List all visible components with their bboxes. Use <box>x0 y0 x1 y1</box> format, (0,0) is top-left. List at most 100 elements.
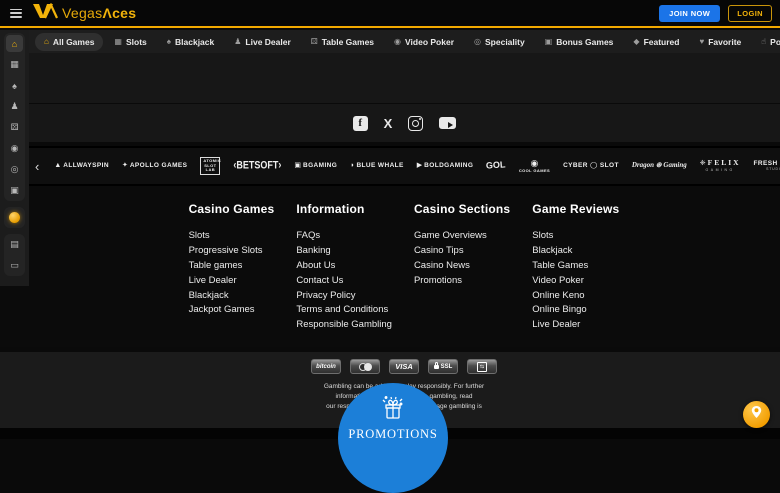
provider-logo-dragon-gaming: Dragon ⊛ Gaming <box>632 162 687 170</box>
promotions-button[interactable]: PROMOTIONS <box>338 383 448 493</box>
nav-tab-video-poker[interactable]: ◉ Video Poker <box>385 33 463 51</box>
sidebar-item-game-guides[interactable]: ▤ <box>6 236 23 253</box>
dice-icon: ⚄ <box>311 38 318 46</box>
provider-name: GOL <box>486 160 506 171</box>
footer-link-contact-us[interactable]: Contact Us <box>296 275 392 287</box>
provider-logo-bgaming: ▣BGAMING <box>294 162 337 170</box>
footer-link-blackjack[interactable]: Blackjack <box>532 245 619 257</box>
provider-name: APOLLO GAMES <box>130 162 188 169</box>
nav-tab-label: Live Dealer <box>245 37 290 47</box>
nav-tab-table-games[interactable]: ⚄Table Games <box>302 33 383 51</box>
footer-link-casino-tips[interactable]: Casino Tips <box>414 245 510 257</box>
footer-link-promotions[interactable]: Promotions <box>414 275 510 287</box>
footer-link-jackpot-games[interactable]: Jackpot Games <box>189 304 275 316</box>
nav-tab-speciality[interactable]: ◎Speciality <box>465 33 534 51</box>
poker-chip-icon: ◉ <box>11 143 19 154</box>
footer-link-table-games[interactable]: Table games <box>189 260 275 272</box>
provider-name: ALLWAYSPIN <box>63 162 109 169</box>
youtube-icon[interactable] <box>439 117 456 129</box>
login-button[interactable]: LOGIN <box>728 5 772 22</box>
nav-tab-label: Blackjack <box>175 37 214 47</box>
social-links-bar: fX <box>29 104 780 142</box>
dealer-icon: ♟ <box>234 38 241 46</box>
footer-link-terms-and-conditions[interactable]: Terms and Conditions <box>296 304 392 316</box>
payment-badge-bank-transfer[interactable]: ⇆ <box>467 359 497 374</box>
brand-logo[interactable]: VegasΛces <box>32 3 136 24</box>
sidebar-item-casino-news[interactable]: ▭ <box>6 257 23 274</box>
sidebar-item-bonus-games[interactable]: ▣ <box>6 182 23 199</box>
sidebar-item-live-dealer[interactable]: ♟ <box>6 98 23 115</box>
nav-tab-label: Popular <box>770 37 780 47</box>
sidebar-item-video-poker[interactable]: ◉ <box>6 140 23 157</box>
support-chat-button[interactable] <box>743 401 770 428</box>
provider-name: ‹BETSOFT› <box>233 160 281 172</box>
payment-badge-bitcoin[interactable]: bitcoin <box>311 359 341 374</box>
sidebar-item-all-games[interactable]: ⌂ <box>6 35 23 52</box>
provider-logo-betsoft: ‹BETSOFT› <box>233 161 281 171</box>
sidebar-item-speciality[interactable]: ◎ <box>6 161 23 178</box>
footer-link-faqs[interactable]: FAQs <box>296 230 392 242</box>
footer-link-privacy-policy[interactable]: Privacy Policy <box>296 290 392 302</box>
sidebar-item-blackjack[interactable]: ♠ <box>6 77 23 94</box>
location-pin-icon <box>750 405 763 424</box>
payment-badge-ssl-secure[interactable]: SSL <box>428 359 458 374</box>
payment-badge-mastercard[interactable] <box>350 359 380 374</box>
nav-tab-live-dealer[interactable]: ♟ Live Dealer <box>225 33 300 51</box>
footer-link-slots[interactable]: Slots <box>189 230 275 242</box>
payment-badge-visa[interactable]: VISA <box>389 359 419 374</box>
nav-tab-bonus-games[interactable]: ▣Bonus Games <box>536 33 623 51</box>
cards-icon: ♠ <box>167 38 171 46</box>
nav-tab-label: Video Poker <box>405 37 454 47</box>
nav-tab-favorite[interactable]: ♥Favorite <box>690 33 750 51</box>
card-icon: ▭ <box>10 260 19 271</box>
provider-subtitle: GAMING <box>706 169 735 173</box>
provider-icon: ◗ <box>350 162 354 170</box>
cards-icon: ♠ <box>12 81 17 91</box>
nav-tab-popular[interactable]: ☝Popular <box>752 33 780 51</box>
sidebar-item-table-games[interactable]: ⚄ <box>6 119 23 136</box>
instagram-icon[interactable] <box>408 116 423 131</box>
footer-link-online-bingo[interactable]: Online Bingo <box>532 304 619 316</box>
footer-link-casino-news[interactable]: Casino News <box>414 260 510 272</box>
provider-name: CYBER ◯ SLOT <box>563 162 619 169</box>
chips-icon: ◎ <box>11 164 19 175</box>
footer-link-slots[interactable]: Slots <box>532 230 619 242</box>
footer-link-game-overviews[interactable]: Game Overviews <box>414 230 510 242</box>
footer-link-responsible-gambling[interactable]: Responsible Gambling <box>296 319 392 331</box>
provider-icon: ▲ <box>54 162 61 170</box>
menu-icon[interactable] <box>10 9 22 18</box>
sidebar-item-gold-coins[interactable] <box>6 209 23 226</box>
carousel-prev-icon[interactable]: ‹ <box>33 160 41 173</box>
home-icon: ⌂ <box>12 39 17 49</box>
mastercard-icon <box>359 363 372 371</box>
poker-chip-icon: ◉ <box>394 38 401 46</box>
x-twitter-icon[interactable]: X <box>384 116 393 131</box>
footer-link-progressive-slots[interactable]: Progressive Slots <box>189 245 275 257</box>
nav-tab-featured[interactable]: ◆Featured <box>624 33 688 51</box>
footer-link-about-us[interactable]: About Us <box>296 260 392 272</box>
provider-logo-blue-whale: ◗BLUE WHALE <box>350 162 404 170</box>
payment-label: SSL <box>441 364 453 370</box>
footer-link-online-keno[interactable]: Online Keno <box>532 290 619 302</box>
sidebar-item-slots[interactable]: ▦ <box>6 56 23 73</box>
footer-link-banking[interactable]: Banking <box>296 245 392 257</box>
footer-link-live-dealer[interactable]: Live Dealer <box>189 275 275 287</box>
footer-link-table-games[interactable]: Table Games <box>532 260 619 272</box>
payment-label: bitcoin <box>316 364 336 370</box>
provider-logo-felix: ❈FELIXGAMING <box>700 159 741 172</box>
nav-tab-all-games[interactable]: ⌂All Games <box>35 33 103 51</box>
nav-tab-label: Bonus Games <box>556 37 613 47</box>
footer-link-blackjack[interactable]: Blackjack <box>189 290 275 302</box>
footer-link-live-dealer[interactable]: Live Dealer <box>532 319 619 331</box>
join-now-button[interactable]: JOIN NOW <box>659 5 720 22</box>
provider-name: BGAMING <box>303 162 337 169</box>
facebook-icon[interactable]: f <box>353 116 368 131</box>
nav-tab-label: Slots <box>126 37 147 47</box>
footer-column-game-reviews: Game ReviewsSlotsBlackjackTable GamesVid… <box>532 202 619 334</box>
sidebar-group <box>4 207 25 228</box>
nav-tab-blackjack[interactable]: ♠ Blackjack <box>158 33 223 51</box>
nav-tab-slots[interactable]: ▦Slots <box>105 33 155 51</box>
games-nav-bar: ⌂All Games▦Slots ♠ Blackjack ♟ Live Dealer ⚄T… <box>29 30 780 53</box>
provider-logo-cool-games: ◉COOL GAMES <box>519 159 550 173</box>
footer-link-video-poker[interactable]: Video Poker <box>532 275 619 287</box>
